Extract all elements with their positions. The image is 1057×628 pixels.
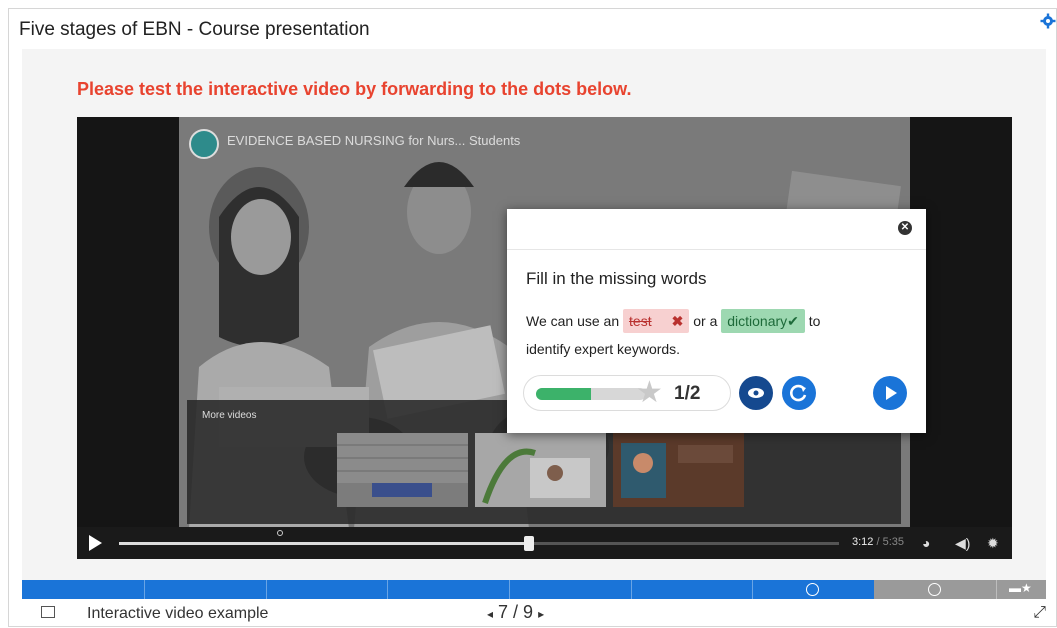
more-videos-label: More videos [202,410,257,421]
seek-handle[interactable] [524,536,535,551]
slide-counter: 7 / 9 [498,602,534,622]
sentence-to: to [808,313,821,329]
progress-divider [509,580,510,599]
progress-divider [144,580,145,599]
progress-remaining: ▬★ [874,580,1046,599]
settings-icon[interactable]: ✹ [987,535,999,552]
interactive-video[interactable]: EVIDENCE BASED NURSING for Nurs... Stude… [77,117,1012,559]
seek-progress [119,542,530,545]
slide-pager: ◂ 7 / 9 ▸ [487,602,544,623]
video-duration: / 5:35 [876,536,905,548]
eye-icon [748,388,764,398]
volume-icon[interactable]: ◀) [955,535,970,552]
gear-icon[interactable] [1040,13,1056,29]
correct-answer-gap[interactable]: dictionary✔ [721,309,805,333]
page-title: Five stages of EBN - Course presentation [19,19,370,40]
show-solution-button[interactable] [739,376,773,410]
check-icon: ✔ [787,313,799,329]
score-indicator: ★ 1/2 [523,375,731,411]
channel-avatar[interactable] [189,129,219,159]
slide-instruction: Please test the interactive video by for… [77,79,632,99]
summary-star-icon[interactable]: ▬★ [1009,581,1032,595]
retry-button[interactable] [782,376,816,410]
video-channel-title[interactable]: EVIDENCE BASED NURSING for Nurs... Stude… [227,133,520,148]
progress-divider [631,580,632,599]
video-time: 3:12 / 5:35 [852,536,904,548]
slides-list-icon[interactable] [41,606,55,618]
correct-answer-text: dictionary [727,313,788,329]
wrong-answer-text: test [629,313,652,329]
progress-divider [266,580,267,599]
video-thumbnail[interactable] [475,433,606,507]
progress-divider [996,580,997,599]
sentence-end: identify expert keywords. [526,341,681,357]
current-time: 3:12 [852,536,874,548]
close-icon[interactable]: ✕ [898,221,912,235]
star-icon: ★ [636,376,663,409]
sentence-middle: or a [693,313,718,329]
score-progress-fill [536,388,591,400]
progress-divider [752,580,753,599]
score-progress-bar [536,388,646,400]
speed-icon[interactable]: ◕ [922,535,930,551]
previous-slide-button[interactable]: ◂ [487,607,493,621]
dialog-divider [507,249,926,250]
retry-icon [790,384,807,402]
score-text: 1/2 [674,383,701,404]
next-slide-button[interactable]: ▸ [538,607,544,621]
slide-marker-circle[interactable] [928,583,941,596]
video-controls: 3:12 / 5:35 ◕ ◀) ✹ [77,527,1012,559]
seek-interaction-dot[interactable] [277,530,283,536]
dialog-sentence: We can use an test ✖ or a dictionary✔ to … [526,307,916,363]
slide-title: Interactive video example [87,605,269,622]
video-thumbnail[interactable] [337,433,468,507]
slide-progress-strip[interactable]: ▬★ [22,580,1046,599]
fullscreen-icon[interactable]: ⤢ [1033,604,1046,622]
play-icon [886,386,897,400]
video-thumbnail[interactable] [613,433,744,507]
wrong-answer-gap[interactable]: test ✖ [623,309,690,333]
continue-button[interactable] [873,376,907,410]
wrong-mark-icon: ✖ [671,313,684,329]
slide-marker-circle[interactable] [806,583,819,596]
play-icon[interactable] [89,535,102,551]
fill-in-words-dialog: ✕ Fill in the missing words We can use a… [507,209,926,433]
dialog-heading: Fill in the missing words [526,269,707,288]
progress-divider [387,580,388,599]
presentation-slide: Please test the interactive video by for… [22,49,1046,580]
content-frame: Five stages of EBN - Course presentation… [8,8,1057,627]
sentence-start: We can use an [526,313,620,329]
presentation-footer: Interactive video example ◂ 7 / 9 ▸ ⤢ [9,599,1057,628]
